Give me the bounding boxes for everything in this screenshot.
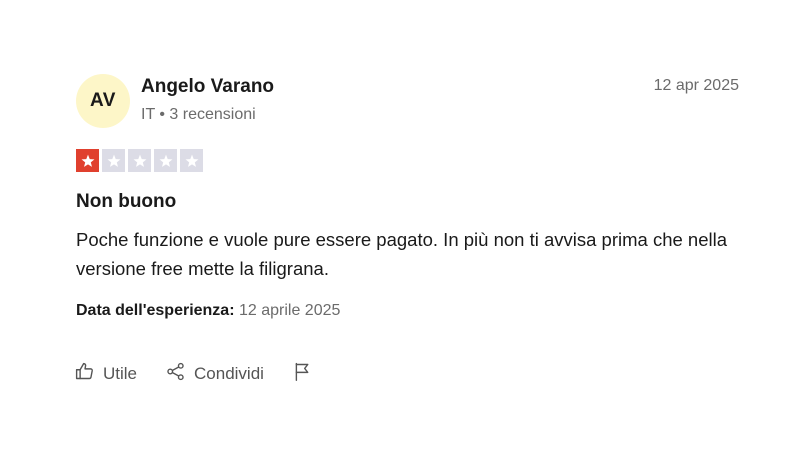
author-meta: IT • 3 recensioni (141, 106, 256, 123)
thumbs-up-icon (74, 361, 95, 387)
avatar[interactable]: AV (76, 74, 130, 128)
review-card: AV Angelo Varano IT • 3 recensioni 12 ap… (0, 0, 808, 470)
star-icon (102, 149, 125, 172)
share-label: Condividi (194, 364, 264, 383)
share-button[interactable]: Condividi (165, 361, 264, 387)
review-date: 12 apr 2025 (653, 77, 739, 94)
star-rating (76, 149, 203, 172)
review-actions: Utile Condividi (74, 361, 313, 387)
experience-label: Data dell'esperienza: (76, 302, 235, 319)
experience-date: Data dell'esperienza: 12 aprile 2025 (76, 302, 340, 320)
author-name[interactable]: Angelo Varano (141, 76, 274, 98)
review-title: Non buono (76, 191, 177, 212)
report-button[interactable] (292, 361, 313, 387)
star-icon (180, 149, 203, 172)
star-icon (76, 149, 99, 172)
flag-icon (292, 361, 313, 387)
review-body: Poche funzione e vuole pure essere pagat… (76, 229, 727, 279)
share-icon (165, 361, 186, 387)
useful-label: Utile (103, 364, 138, 383)
star-icon (154, 149, 177, 172)
avatar-initials: AV (90, 90, 116, 111)
star-icon (128, 149, 151, 172)
experience-value: 12 aprile 2025 (238, 302, 341, 319)
useful-button[interactable]: Utile (74, 361, 137, 387)
